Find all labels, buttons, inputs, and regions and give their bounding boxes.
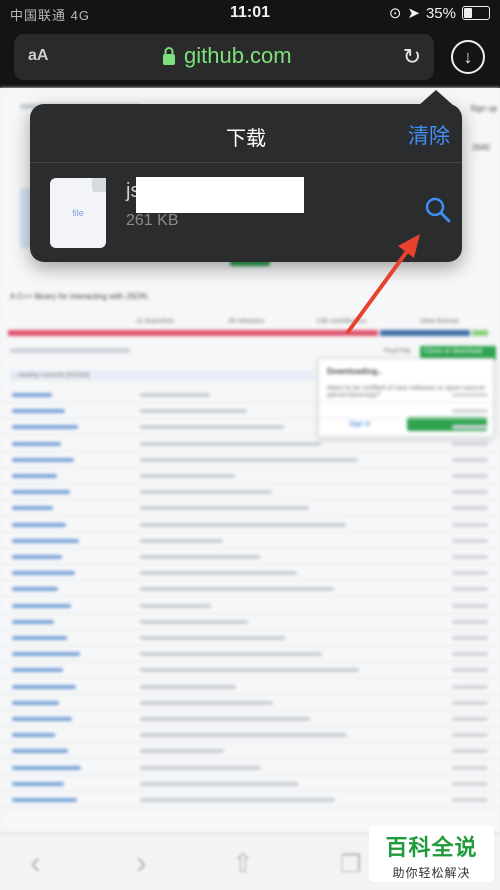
forward-arrow-icon[interactable]: › [136,844,147,881]
downloading-title: Downloading.. [327,367,382,376]
downloads-popover: 下载 清除 file js 261 KB [30,90,462,262]
table-row [0,550,500,565]
watermark-subtitle: 助你轻松解决 [392,866,471,880]
orientation-lock-icon: ⊙ [388,5,402,22]
table-row [0,437,500,452]
back-arrow-icon[interactable]: ‹ [30,844,41,881]
latest-commit: ...nearby commit (#1033) [10,370,314,381]
language-bar [8,330,488,336]
table-row [0,680,500,695]
table-row [0,534,500,549]
table-row [0,761,500,776]
popover-title: 下载 [226,128,266,150]
url-text[interactable]: github.com [184,43,292,69]
location-icon: ➤ [407,5,420,22]
table-row [0,631,500,646]
table-row [0,388,500,403]
download-file-size: 261 KB [126,212,179,229]
text-size-button[interactable]: aA [28,47,48,65]
share-icon[interactable]: ⇧ [232,848,254,879]
table-row [0,599,500,614]
lock-icon [163,47,175,65]
releases-stat: 49 releases [228,318,265,325]
watermark-title: 百科全说 [385,835,478,860]
table-row [0,744,500,760]
table-row [0,453,500,468]
license-stat: View license [420,318,459,325]
browser-toolbar: aA github.com ↻ ↓ [0,28,500,88]
file-type-label: file [72,208,84,218]
reload-icon[interactable]: ↻ [398,43,426,71]
branches-stat: 11 branches [136,318,175,325]
table-row [0,777,500,792]
table-row [0,696,500,711]
table-row [0,615,500,630]
tabs-icon[interactable]: ❐ [340,850,362,879]
watermark-logo: 百科全说 助你轻松解决 [369,826,494,882]
table-row [0,712,500,727]
contributors-stat: 138 contributors [316,318,367,325]
table-row [0,663,500,679]
find-file-button: Find File [384,348,411,355]
table-row [0,485,500,501]
popover-arrow [418,90,454,106]
bg-branch-line [10,348,130,353]
battery-percent: 35% [425,4,456,22]
sign-up-fragment: Sign up [470,104,498,113]
popover-divider [30,162,462,163]
table-row [0,582,500,598]
table-row [0,501,500,517]
clear-button[interactable]: 清除 [408,120,450,150]
table-row [0,647,500,663]
table-row [0,469,500,484]
table-row [0,566,500,582]
status-bar: 中国联通 4G 11:01 ⊙ ➤ 35% [0,0,500,28]
file-icon: file [50,178,106,248]
search-icon[interactable] [424,196,452,224]
repo-description: A C++ library for interacting with JSON. [10,292,150,301]
address-bar[interactable]: aA github.com ↻ [14,34,434,80]
table-row [0,404,500,420]
download-icon[interactable]: ↓ [451,40,485,74]
table-row [0,793,500,808]
battery-icon [462,6,490,20]
table-row [0,518,500,533]
table-row [0,728,500,744]
count-fragment: 2640 [472,143,490,152]
table-row [0,420,500,436]
status-right: ⊙ ➤ 35% [389,4,490,22]
redaction-box [136,177,304,213]
